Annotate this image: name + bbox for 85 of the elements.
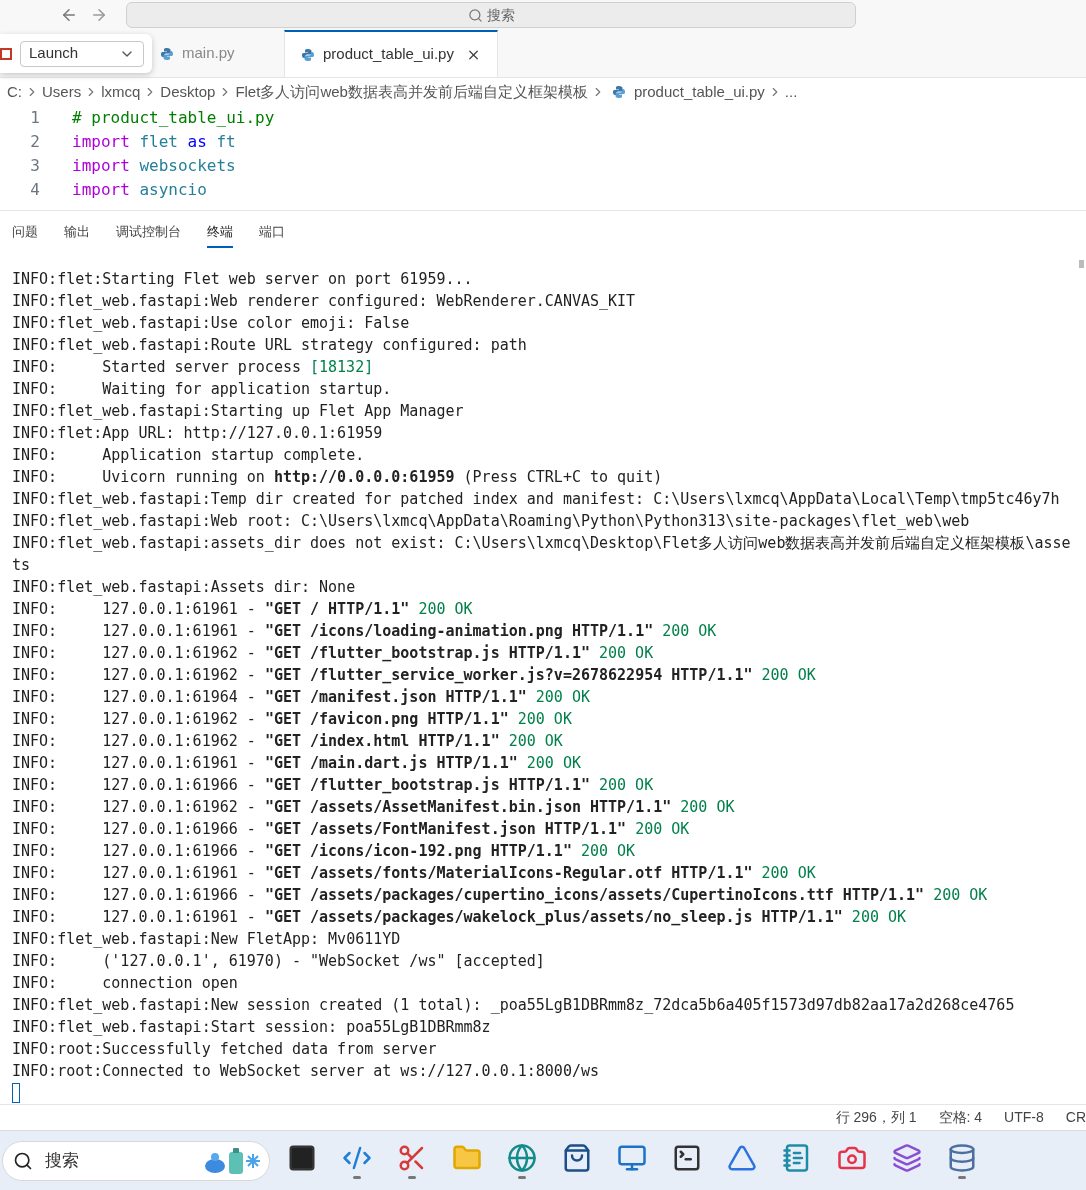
terminal-line: INFO: 127.0.0.1:61964 - "GET /manifest.json HTTP/1.1" 200 OK (12, 687, 591, 708)
database-icon (947, 1142, 977, 1173)
code-line: import websockets (72, 155, 236, 177)
bag-icon (562, 1142, 592, 1173)
terminal-line: INFO: 127.0.0.1:61961 - "GET /main.dart.js HTTP/1.1" 200 OK (12, 753, 582, 774)
terminal-line: INFO: 127.0.0.1:61962 - "GET /assets/AssetManifest.bin.json HTTP/1.1" 200 OK (12, 797, 736, 818)
terminal-line: INFO:flet_web.fastapi:Start session: poa55LgB1DBRmm8z (12, 1017, 492, 1038)
terminal-line: INFO:root:Successfully fetched data from server (12, 1039, 438, 1060)
terminal-line: INFO:flet_web.fastapi:Assets dir: None (12, 577, 357, 598)
breadcrumb-item[interactable]: C: (7, 80, 22, 104)
terminal-line: INFO:flet:App URL: http://127.0.0.1:61959 (12, 423, 384, 444)
terminal-line: INFO: Uvicorn running on http://0.0.0.0:61959 (Press CTRL+C to quit) (12, 467, 664, 488)
editor-tab[interactable]: product_table_ui.py (284, 30, 498, 77)
terminal-line: INFO: 127.0.0.1:61962 - "GET /flutter_bootstrap.js HTTP/1.1" 200 OK (12, 643, 655, 664)
search-icon (467, 7, 483, 23)
terminal-line: INFO:flet_web.fastapi:assets_dir does not exist: C:\Users\lxmcq\Desktop\Flet多人访问web数据表高并发前后端自定义框架模板\assets (12, 533, 1072, 576)
terminal-line: INFO:flet_web.fastapi:Use color emoji: False (12, 313, 411, 334)
status-item[interactable]: CR (1065, 1107, 1086, 1128)
terminal-line: INFO:flet_web.fastapi:Route URL strategy configured: path (12, 335, 528, 356)
terminal-line: INFO: 127.0.0.1:61966 - "GET /assets/packages/cupertino_icons/assets/CupertinoIcons.ttf HTTP/1.1" 200 OK (12, 885, 989, 906)
running-indicator (353, 1175, 361, 1179)
python-file-icon (611, 85, 626, 99)
scrollbar-thumb (1079, 260, 1084, 268)
line-number: 4 (29, 179, 40, 201)
breadcrumb-item[interactable]: product_table_ui.py (633, 80, 765, 104)
running-indicator (408, 1175, 416, 1179)
terminal-line: INFO: Started server process [18132] (12, 357, 375, 378)
terminal-line: INFO: 127.0.0.1:61961 - "GET / HTTP/1.1" 200 OK (12, 599, 474, 620)
python-file-icon (160, 46, 174, 61)
forward-icon[interactable] (90, 6, 108, 24)
terminal-line: INFO: 127.0.0.1:61961 - "GET /assets/fonts/MaterialIcons-Regular.otf HTTP/1.1" 200 OK (12, 863, 817, 884)
panel-tab[interactable]: 终端 (207, 218, 233, 248)
terminal-line: INFO: 127.0.0.1:61962 - "GET /favicon.png HTTP/1.1" 200 OK (12, 709, 573, 730)
status-item[interactable]: 空格: 4 (938, 1107, 983, 1128)
terminal-cursor (12, 1083, 20, 1103)
terminal-line: INFO:flet:Starting Flet web server on port 61959... (12, 269, 474, 290)
layers-icon (892, 1142, 922, 1173)
running-indicator (518, 1175, 526, 1179)
breadcrumb-item[interactable]: Desktop (160, 80, 216, 104)
stop-icon[interactable] (0, 47, 12, 60)
terminal-line: INFO:flet_web.fastapi:New session created (1 total): _poa55LgB1DBRmm8z_72dca5b6a405f1573d97db82aa17a2d268ce4765 (12, 995, 1016, 1016)
terminal-line: INFO: 127.0.0.1:61966 - "GET /icons/icon-192.png HTTP/1.1" 200 OK (12, 841, 637, 862)
search-icon (13, 1150, 33, 1171)
terminal-line: INFO:flet_web.fastapi:Temp dir created for patched index and manifest: C:\Users\lxmcq\AppData\Local\Temp\tmp5tc46y7h (12, 489, 1061, 510)
search-placeholder: 搜索 (45, 1149, 79, 1172)
weather-drawing (203, 1145, 263, 1176)
breadcrumb-item[interactable]: Flet多人访问web数据表高并发前后端自定义框架模板 (235, 80, 588, 104)
panel-tab[interactable]: 输出 (64, 218, 90, 248)
code-line: import flet as ft (72, 131, 236, 153)
breadcrumb-item[interactable]: ... (784, 80, 798, 104)
line-number: 2 (29, 131, 40, 153)
breadcrumb-item[interactable]: Users (42, 80, 82, 104)
terminal-line: INFO: connection open (12, 973, 239, 994)
terminal-line: INFO: 127.0.0.1:61961 - "GET /icons/loading-animation.png HTTP/1.1" 200 OK (12, 621, 718, 642)
panel-tab[interactable]: 问题 (12, 218, 38, 248)
panel-tab[interactable]: 端口 (259, 218, 285, 248)
terminal-line: INFO: 127.0.0.1:61962 - "GET /index.html HTTP/1.1" 200 OK (12, 731, 564, 752)
terminal-line: INFO: Waiting for application startup. (12, 379, 393, 400)
terminal-line: INFO: 127.0.0.1:61966 - "GET /flutter_bootstrap.js HTTP/1.1" 200 OK (12, 775, 655, 796)
running-indicator (958, 1175, 966, 1179)
terminal-line: INFO: 127.0.0.1:61962 - "GET /flutter_service_worker.js?v=2678622954 HTTP/1.1" 200 OK (12, 665, 817, 686)
line-number: 3 (29, 155, 40, 177)
terminal-line: INFO:flet_web.fastapi:Starting up Flet App Manager (12, 401, 465, 422)
terminal-line: INFO:flet_web.fastapi:Web root: C:\Users\lxmcq\AppData\Roaming\Python\Python313\site-packages\flet_web\web (12, 511, 971, 532)
terminal-line: INFO: ('127.0.0.1', 61970) - "WebSocket /ws" [accepted] (12, 951, 546, 972)
globe-icon (507, 1142, 537, 1173)
terminal-line: INFO: Application startup complete. (12, 445, 366, 466)
taskbar-search-field[interactable]: 搜索 (2, 1140, 270, 1181)
back-icon[interactable] (60, 6, 78, 24)
terminal-line: INFO:flet_web.fastapi:New FletApp: Mv0611YD (12, 929, 402, 950)
status-item[interactable]: UTF-8 (1004, 1107, 1044, 1128)
code-line: # product_table_ui.py (72, 107, 275, 129)
search-placeholder: 搜索 (486, 5, 515, 25)
line-number: 1 (29, 107, 40, 129)
breadcrumb-item[interactable]: lxmcq (101, 80, 141, 104)
code-line: import asyncio (72, 179, 207, 201)
panel-tab[interactable]: 调试控制台 (116, 218, 181, 248)
terminal-line: INFO:flet_web.fastapi:Web renderer configured: WebRenderer.CANVAS_KIT (12, 291, 637, 312)
terminal-line: INFO: 127.0.0.1:61961 - "GET /assets/packages/wakelock_plus/assets/no_sleep.js HTTP/1.1" 200 OK (12, 907, 908, 928)
command-search-field[interactable]: 搜索 (126, 2, 856, 28)
status-item[interactable]: 行 296，列 1 (835, 1107, 917, 1128)
terminal-line: INFO:root:Connected to WebSocket server at ws://127.0.0.1:8000/ws (12, 1061, 600, 1082)
python-file-icon (301, 47, 315, 62)
terminal-line: INFO: 127.0.0.1:61966 - "GET /assets/FontManifest.json HTTP/1.1" 200 OK (12, 819, 691, 840)
launch-dropdown[interactable]: Launch (20, 40, 144, 67)
